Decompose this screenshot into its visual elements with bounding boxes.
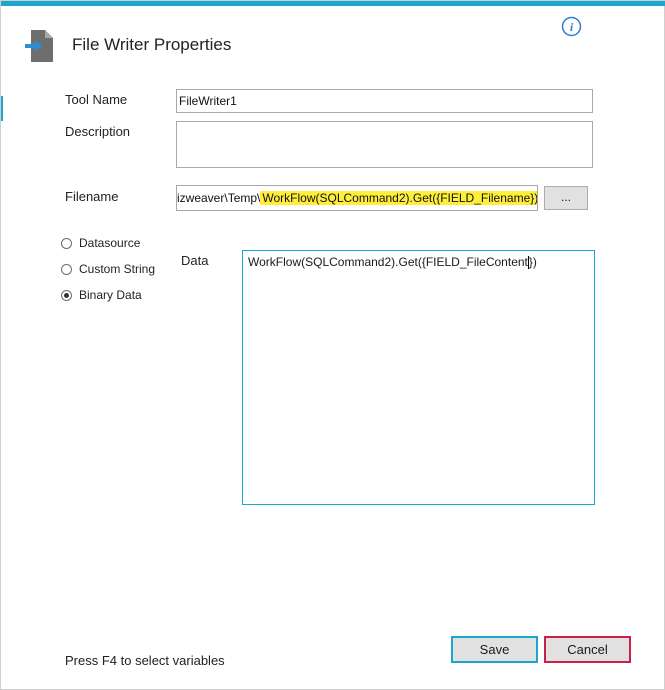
- filename-prefix: Bizweaver\Temp\: [176, 191, 261, 205]
- filename-expression-highlight: WorkFlow(SQLCommand2).Get({FIELD_Filenam…: [260, 191, 537, 205]
- radio-custom-string[interactable]: Custom String: [61, 261, 155, 277]
- data-value: WorkFlow(SQLCommand2).Get({FIELD_FileCon…: [248, 255, 528, 269]
- description-input[interactable]: [176, 121, 593, 168]
- filename-label: Filename: [65, 189, 119, 204]
- save-button[interactable]: Save: [451, 636, 538, 663]
- radio-circle: [61, 263, 72, 275]
- file-writer-dialog: File Writer Properties i Tool Name FileW…: [0, 0, 665, 690]
- f4-hint: Press F4 to select variables: [65, 653, 225, 668]
- radio-circle-checked: [61, 289, 72, 301]
- data-value-tail: }): [528, 255, 537, 269]
- radio-binary-data[interactable]: Binary Data: [61, 287, 142, 303]
- radio-datasource[interactable]: Datasource: [61, 235, 140, 251]
- tool-name-input[interactable]: FileWriter1: [176, 89, 593, 113]
- dialog-title: File Writer Properties: [72, 35, 232, 54]
- description-label: Description: [65, 124, 131, 139]
- dialog-accent-bar: [1, 1, 665, 6]
- tool-name-value: FileWriter1: [179, 94, 237, 108]
- radio-label: Binary Data: [79, 288, 142, 302]
- file-export-icon: [25, 30, 53, 62]
- svg-text:i: i: [570, 20, 574, 34]
- cancel-button[interactable]: Cancel: [544, 636, 631, 663]
- filename-input[interactable]: Bizweaver\Temp\ WorkFlow(SQLCommand2).Get…: [176, 185, 538, 211]
- info-icon[interactable]: i: [561, 16, 582, 37]
- radio-circle: [61, 237, 72, 249]
- background-window-edge: [1, 96, 3, 121]
- browse-button[interactable]: ...: [544, 186, 588, 210]
- data-label: Data: [181, 253, 209, 268]
- tool-name-label: Tool Name: [65, 92, 128, 107]
- data-textarea[interactable]: WorkFlow(SQLCommand2).Get({FIELD_FileCon…: [242, 250, 595, 505]
- radio-label: Custom String: [79, 262, 156, 276]
- radio-label: Datasource: [79, 236, 141, 250]
